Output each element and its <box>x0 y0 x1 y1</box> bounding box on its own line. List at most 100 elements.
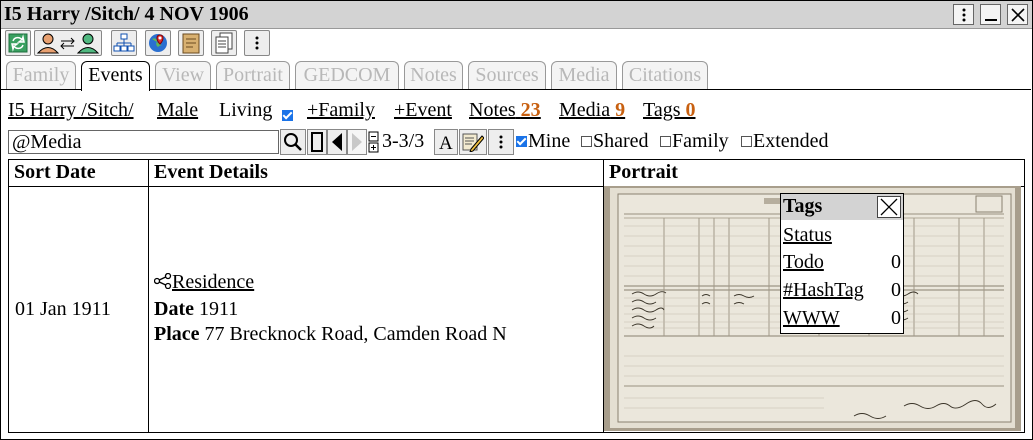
tags-popup: Tags Status Todo 0 #HashTag 0 WWW 0 <box>780 193 904 334</box>
tags-count: 0 <box>685 99 696 121</box>
tag-count: 0 <box>891 307 901 329</box>
notes-button[interactable] <box>178 30 204 56</box>
tab-view[interactable]: View <box>155 61 211 89</box>
mine-checkbox[interactable] <box>516 135 527 147</box>
title-bar: I5 Harry /Sitch/ 4 NOV 1906 <box>1 1 1032 29</box>
mine-filter[interactable]: Mine <box>516 130 570 153</box>
event-type-link[interactable]: Residence <box>172 271 254 293</box>
tags-popup-header: Tags <box>781 194 903 220</box>
family-filter[interactable]: Family <box>660 130 729 153</box>
add-event-link[interactable]: +Event <box>394 99 452 122</box>
family-checkbox[interactable] <box>660 135 671 147</box>
family-label: Family <box>672 130 729 152</box>
media-link-label: Media <box>559 99 611 121</box>
expand-collapse-button[interactable] <box>367 129 381 155</box>
tab-gedcom[interactable]: GEDCOM <box>295 61 399 89</box>
edit-pencil-icon <box>462 133 484 152</box>
place-value: 77 Brecknock Road, Camden Road N <box>204 323 507 345</box>
tag-item-hashtag[interactable]: #HashTag 0 <box>783 279 901 302</box>
close-icon <box>880 198 898 216</box>
map-icon <box>149 34 167 52</box>
tag-label[interactable]: WWW <box>783 307 840 329</box>
documents-button[interactable] <box>211 30 237 56</box>
header-portrait[interactable]: Portrait <box>609 161 678 184</box>
tag-item-todo[interactable]: Todo 0 <box>783 251 901 274</box>
tags-popup-title: Tags <box>783 195 823 217</box>
next-button[interactable] <box>347 129 367 155</box>
more-vertical-icon <box>255 36 259 50</box>
switch-person-button[interactable] <box>34 30 102 56</box>
refresh-button[interactable] <box>5 30 31 56</box>
map-button[interactable] <box>145 30 171 56</box>
refresh-icon <box>8 33 28 53</box>
tree-button[interactable] <box>111 30 137 56</box>
search-button[interactable] <box>280 129 306 155</box>
font-a-icon: A <box>439 133 453 151</box>
tab-portrait[interactable]: Portrait <box>216 61 290 89</box>
share-icon <box>153 272 172 290</box>
tab-sources[interactable]: Sources <box>468 61 546 89</box>
tab-media[interactable]: Media <box>551 61 617 89</box>
window-title: I5 Harry /Sitch/ 4 NOV 1906 <box>4 3 249 25</box>
tag-label[interactable]: #HashTag <box>783 279 864 301</box>
page-frame-icon <box>311 132 323 152</box>
edit-button[interactable] <box>459 129 487 155</box>
tag-item-status[interactable]: Status <box>783 224 901 247</box>
add-family-link[interactable]: +Family <box>307 99 375 122</box>
filter-more-button[interactable] <box>488 129 514 155</box>
minimize-icon <box>984 18 997 21</box>
page-range: 3-3/3 <box>382 130 425 152</box>
tag-count: 0 <box>891 279 901 301</box>
shared-checkbox[interactable] <box>581 135 592 147</box>
window-menu-button[interactable] <box>953 4 974 25</box>
documents-icon <box>215 32 233 54</box>
tag-label[interactable]: Status <box>783 224 832 246</box>
extended-filter[interactable]: Extended <box>741 130 829 153</box>
extended-checkbox[interactable] <box>741 135 752 147</box>
plus-minus-icon <box>368 131 379 153</box>
triangle-left-icon <box>332 133 342 151</box>
close-icon <box>1010 7 1025 22</box>
tags-link[interactable]: Tags 0 <box>643 99 695 122</box>
minimize-button[interactable] <box>980 4 1001 25</box>
place-label: Place <box>154 323 200 345</box>
font-button[interactable]: A <box>434 129 458 155</box>
media-count: 9 <box>615 99 626 121</box>
shared-filter[interactable]: Shared <box>581 130 649 153</box>
first-page-button[interactable] <box>307 129 327 155</box>
tab-citations[interactable]: Citations <box>622 61 708 89</box>
tags-popup-close-button[interactable] <box>877 196 901 218</box>
header-sort-date[interactable]: Sort Date <box>14 161 96 184</box>
notes-count: 23 <box>520 99 541 121</box>
search-input[interactable] <box>8 130 279 154</box>
more-vertical-icon <box>499 135 503 149</box>
tab-family[interactable]: Family <box>6 61 76 89</box>
tab-notes[interactable]: Notes <box>404 61 463 89</box>
date-label: Date <box>154 298 194 320</box>
event-type-row[interactable]: Residence <box>153 271 254 294</box>
notes-link[interactable]: Notes 23 <box>469 99 541 122</box>
tree-icon <box>113 33 135 52</box>
tab-events[interactable]: Events <box>81 61 150 91</box>
switch-person-icon <box>36 33 100 54</box>
tag-label[interactable]: Todo <box>783 251 824 273</box>
living-label: Living <box>219 99 273 121</box>
tags-link-label: Tags <box>643 99 681 121</box>
sort-date-cell: 01 Jan 1911 <box>15 298 111 320</box>
event-date-line: Date 1911 <box>154 298 238 321</box>
gender-link[interactable]: Male <box>157 99 198 122</box>
tag-item-www[interactable]: WWW 0 <box>783 307 901 330</box>
tag-count: 0 <box>891 251 901 273</box>
close-window-button[interactable] <box>1007 4 1028 25</box>
previous-button[interactable] <box>327 129 347 155</box>
living-checkbox[interactable] <box>282 104 294 127</box>
notes-link-label: Notes <box>469 99 516 121</box>
media-link[interactable]: Media 9 <box>559 99 625 122</box>
header-event-details[interactable]: Event Details <box>154 161 268 184</box>
search-icon <box>284 133 302 151</box>
shared-label: Shared <box>593 130 649 152</box>
toolbar-more-button[interactable] <box>244 30 270 56</box>
event-place-line: Place 77 Brecknock Road, Camden Road N <box>154 323 507 346</box>
triangle-right-icon <box>352 133 362 151</box>
person-name-link[interactable]: I5 Harry /Sitch/ <box>8 99 134 122</box>
